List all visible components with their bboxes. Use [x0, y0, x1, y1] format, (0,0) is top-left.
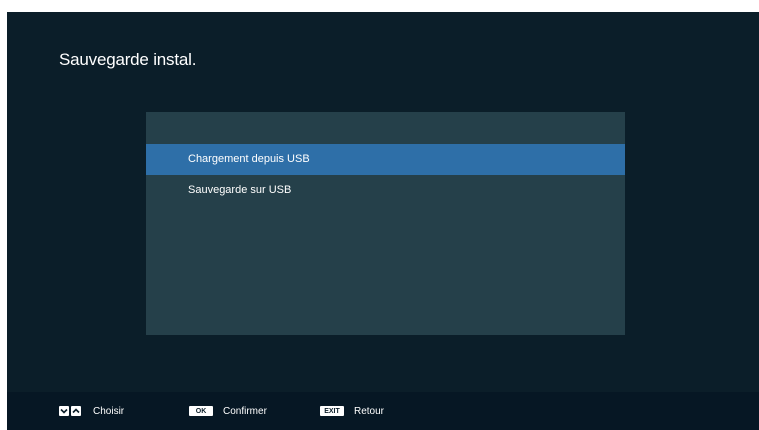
hint-back: EXIT Retour: [320, 404, 384, 418]
menu-item-label: Chargement depuis USB: [188, 153, 310, 165]
hint-choose: Choisir: [59, 404, 124, 418]
chevron-up-icon: [71, 406, 81, 416]
menu-item-save-to-usb[interactable]: Sauvegarde sur USB: [146, 175, 625, 206]
hint-label: Retour: [354, 405, 385, 417]
menu-panel: Chargement depuis USB Sauvegarde sur USB: [146, 112, 625, 335]
hint-label: Choisir: [93, 405, 125, 417]
key-hint-bar: Choisir OK Confirmer EXIT Retour: [7, 392, 759, 430]
page-title: Sauvegarde instal.: [59, 50, 197, 69]
chevron-down-icon: [59, 406, 69, 416]
hint-confirm: OK Confirmer: [189, 404, 267, 418]
menu-item-load-from-usb[interactable]: Chargement depuis USB: [146, 144, 625, 175]
hint-label: Confirmer: [223, 405, 267, 417]
exit-key-icon: EXIT: [320, 406, 344, 416]
menu-item-label: Sauvegarde sur USB: [188, 184, 292, 196]
tv-screen: Sauvegarde instal. Chargement depuis USB…: [7, 12, 759, 430]
ok-key-icon: OK: [189, 406, 213, 416]
